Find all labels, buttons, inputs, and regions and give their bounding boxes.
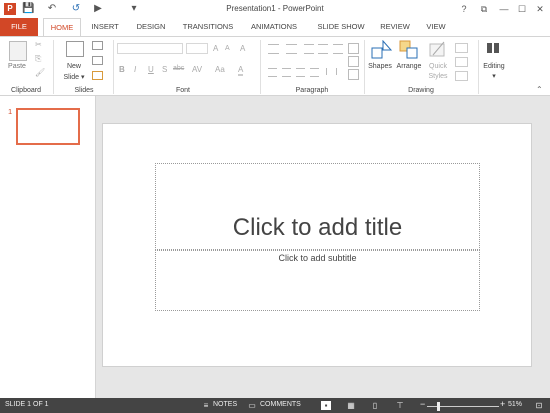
shapes-button[interactable]: Shapes xyxy=(365,63,395,70)
title-bar: P 💾 ↶ ↺ ▶ ▾ Presentation1 - PowerPoint ?… xyxy=(0,0,550,18)
align-text-icon[interactable] xyxy=(348,56,359,67)
editing-button[interactable]: Editing xyxy=(480,63,508,70)
help-button[interactable]: ? xyxy=(456,2,472,16)
reset-icon[interactable] xyxy=(92,56,103,65)
reading-view-icon[interactable]: ▯ xyxy=(370,401,380,410)
shape-fill-icon[interactable] xyxy=(455,43,468,53)
group-divider xyxy=(478,40,479,94)
tab-view[interactable]: VIEW xyxy=(420,18,452,36)
tab-transitions[interactable]: TRANSITIONS xyxy=(178,18,238,36)
tab-design[interactable]: DESIGN xyxy=(132,18,170,36)
paragraph-group-label: Paragraph xyxy=(295,87,329,94)
align-center-icon[interactable] xyxy=(282,68,291,77)
columns-icon[interactable] xyxy=(326,68,337,75)
italic-icon[interactable]: I xyxy=(134,65,136,74)
section-icon[interactable] xyxy=(92,71,103,80)
character-spacing-icon[interactable]: AV xyxy=(192,65,202,74)
slide-thumbnail[interactable] xyxy=(16,108,80,145)
justify-icon[interactable] xyxy=(310,68,319,77)
slide-count-status: SLIDE 1 OF 1 xyxy=(5,401,49,408)
grow-font-icon[interactable]: A xyxy=(213,44,218,53)
tab-slide-show[interactable]: SLIDE SHOW xyxy=(312,18,370,36)
shape-effects-icon[interactable] xyxy=(455,71,468,81)
close-button[interactable]: ✕ xyxy=(532,2,548,16)
decrease-indent-icon[interactable] xyxy=(304,44,314,54)
text-direction-icon[interactable] xyxy=(348,43,359,54)
shapes-icon[interactable] xyxy=(370,40,392,60)
zoom-level[interactable]: 51% xyxy=(508,401,522,408)
drawing-group-label: Drawing xyxy=(408,87,434,94)
format-painter-icon[interactable]: 🖌 xyxy=(35,68,45,77)
clipboard-group-label: Clipboard xyxy=(11,87,41,94)
font-color-icon[interactable]: A xyxy=(238,65,244,76)
comments-button[interactable]: COMMENTS xyxy=(260,401,301,408)
ribbon-tabs: FILE HOME INSERT DESIGN TRANSITIONS ANIM… xyxy=(0,18,550,54)
zoom-out-button[interactable]: − xyxy=(420,399,425,409)
copy-icon[interactable]: ⎘ xyxy=(35,54,41,64)
comments-icon[interactable]: ▭ xyxy=(247,401,257,410)
tab-file[interactable]: FILE xyxy=(0,18,38,36)
group-divider xyxy=(260,40,261,94)
title-placeholder[interactable]: Click to add title xyxy=(155,163,480,250)
cut-icon[interactable]: ✂ xyxy=(35,40,42,49)
collapse-ribbon-icon[interactable]: ⌃ xyxy=(536,86,544,94)
title-placeholder-text: Click to add title xyxy=(232,214,403,241)
arrange-button[interactable]: Arrange xyxy=(393,63,425,70)
layout-icon[interactable] xyxy=(92,41,103,50)
numbering-icon[interactable] xyxy=(286,44,297,54)
slideshow-view-icon[interactable]: ⊤ xyxy=(395,401,405,410)
normal-view-icon[interactable]: ▪ xyxy=(321,401,331,410)
paste-button[interactable]: Paste xyxy=(4,63,30,70)
group-divider xyxy=(53,40,54,94)
bold-icon[interactable]: B xyxy=(119,65,125,74)
align-left-icon[interactable] xyxy=(268,68,277,77)
ribbon-display-options-button[interactable]: ⧉ xyxy=(476,2,492,16)
line-spacing-icon[interactable] xyxy=(333,44,343,54)
strikethrough-icon[interactable]: abc xyxy=(173,65,184,72)
tab-insert[interactable]: INSERT xyxy=(86,18,124,36)
notes-icon[interactable]: ≡ xyxy=(201,401,211,410)
shadow-icon[interactable]: S xyxy=(162,65,167,74)
slide-thumbnail-number: 1 xyxy=(8,107,13,116)
change-case-icon[interactable]: Aa xyxy=(215,65,225,74)
zoom-slider-thumb[interactable] xyxy=(437,402,440,411)
binoculars-icon[interactable] xyxy=(485,40,501,56)
arrange-icon[interactable] xyxy=(399,40,419,60)
slide-sorter-icon[interactable]: ▦ xyxy=(346,401,356,410)
align-right-icon[interactable] xyxy=(296,68,305,77)
increase-indent-icon[interactable] xyxy=(318,44,328,54)
notes-button[interactable]: NOTES xyxy=(213,401,237,408)
tab-home[interactable]: HOME xyxy=(43,18,81,36)
new-slide-icon[interactable] xyxy=(66,41,84,57)
bullets-icon[interactable] xyxy=(268,44,279,54)
quick-styles-button-line2[interactable]: Styles xyxy=(425,73,451,80)
quick-styles-icon[interactable] xyxy=(429,40,447,60)
underline-icon[interactable]: U xyxy=(148,65,154,74)
clear-format-icon[interactable]: A xyxy=(240,44,245,53)
smartart-icon[interactable] xyxy=(348,69,359,80)
font-size-field[interactable] xyxy=(186,43,208,54)
tab-review[interactable]: REVIEW xyxy=(375,18,415,36)
tab-animations[interactable]: ANIMATIONS xyxy=(245,18,303,36)
minimize-button[interactable]: — xyxy=(496,2,512,16)
fit-slide-icon[interactable]: ⊡ xyxy=(534,401,544,410)
quick-styles-button[interactable]: Quick xyxy=(425,63,451,70)
shape-outline-icon[interactable] xyxy=(455,57,468,67)
zoom-in-button[interactable]: + xyxy=(500,399,505,409)
subtitle-placeholder[interactable]: Click to add subtitle xyxy=(155,250,480,311)
maximize-button[interactable]: ☐ xyxy=(514,2,530,16)
subtitle-placeholder-text: Click to add subtitle xyxy=(278,253,357,263)
new-slide-dropdown[interactable]: Slide ▾ xyxy=(58,73,90,81)
chevron-down-icon[interactable]: ▾ xyxy=(480,72,508,80)
shrink-font-icon[interactable]: A xyxy=(225,45,230,52)
group-divider xyxy=(113,40,114,94)
slides-group-label: Slides xyxy=(74,87,94,94)
paste-icon[interactable] xyxy=(9,41,27,61)
font-group-label: Font xyxy=(175,87,190,94)
new-slide-button[interactable]: New xyxy=(58,63,90,70)
font-name-field[interactable] xyxy=(117,43,183,54)
